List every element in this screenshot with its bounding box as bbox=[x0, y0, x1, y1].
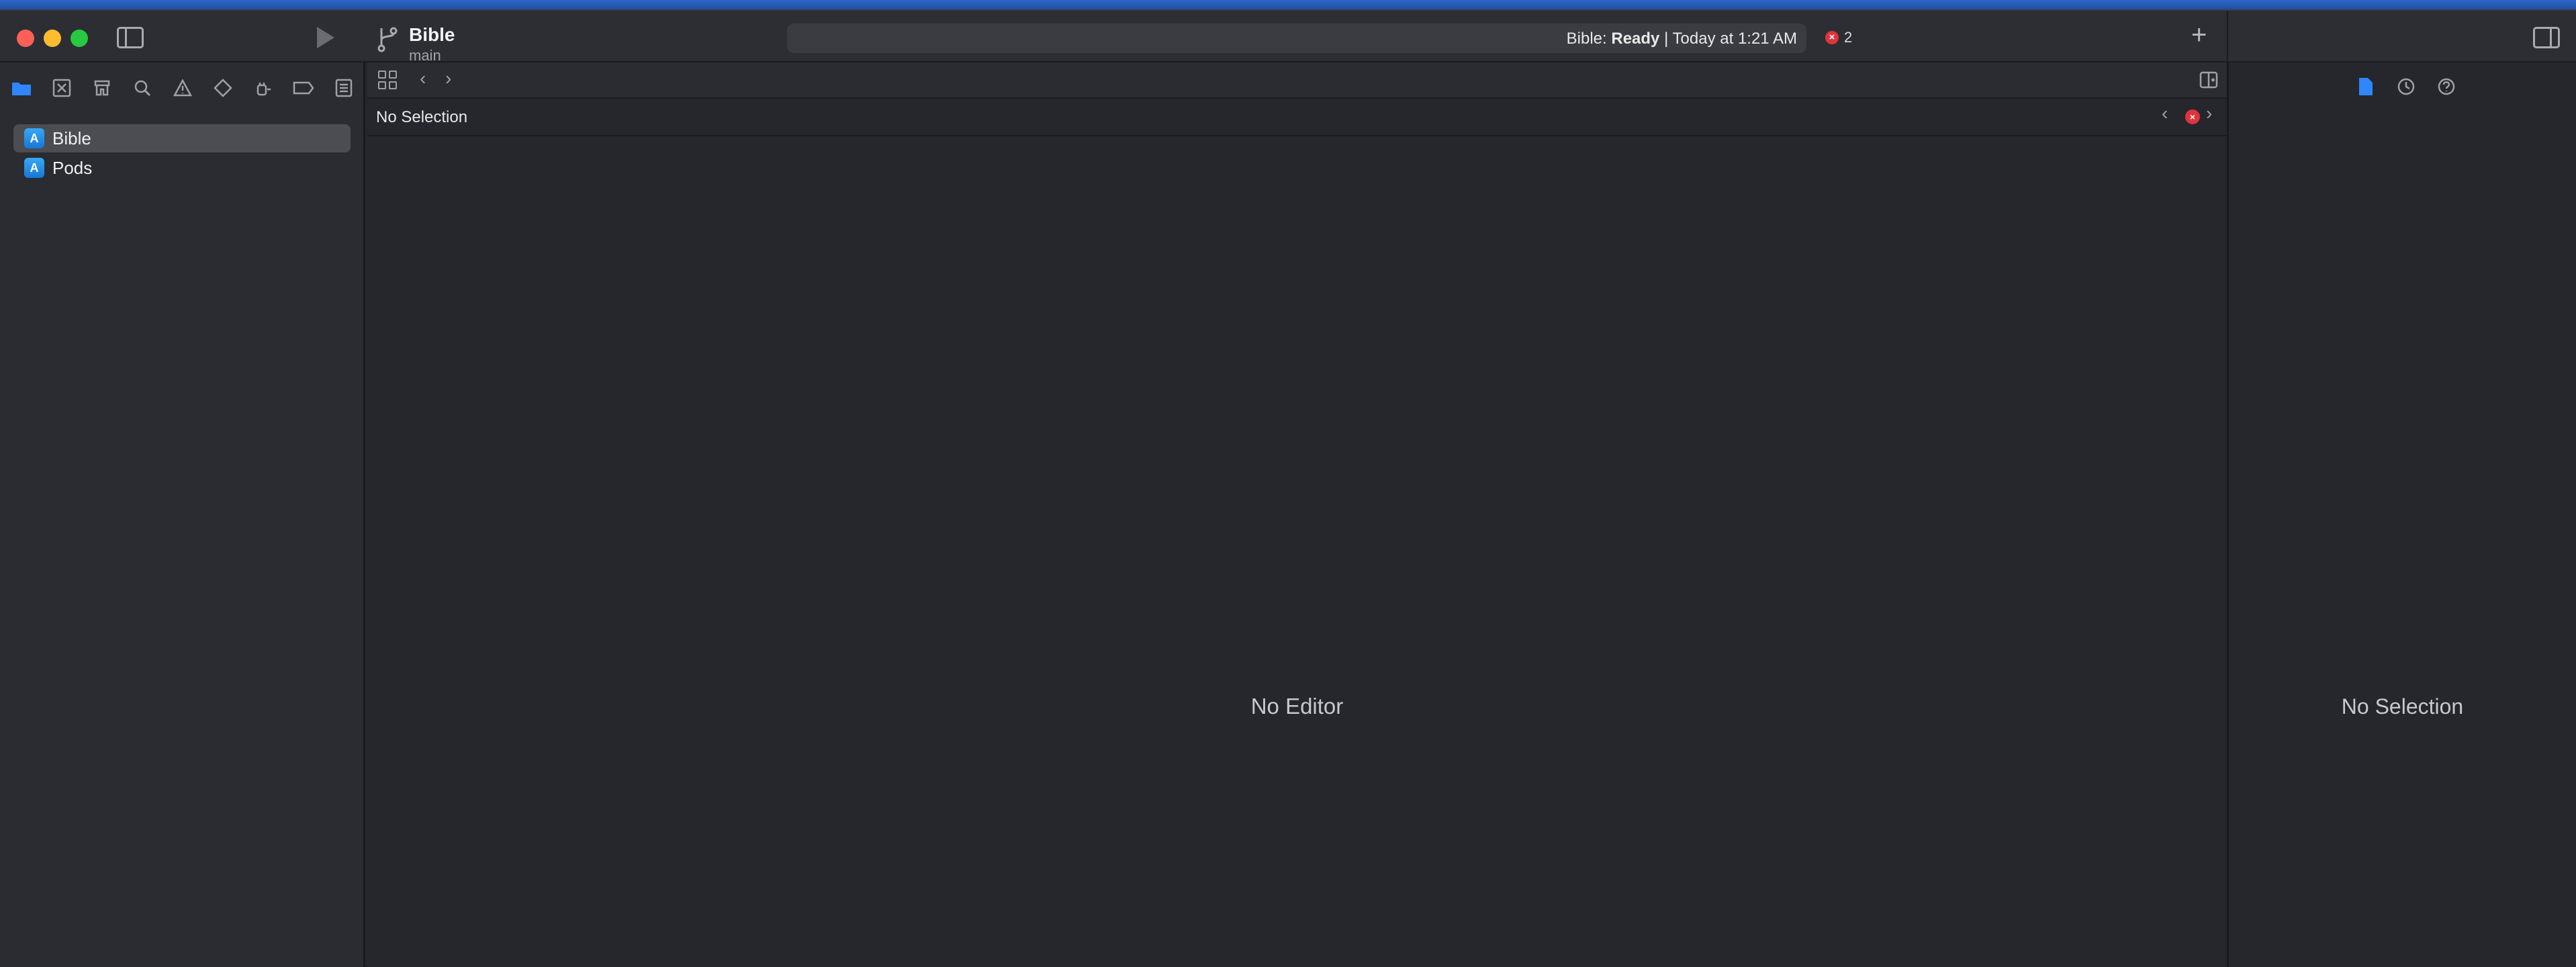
tree-item-label: Bible bbox=[52, 128, 91, 148]
navigator-pane: A Bible A Pods bbox=[0, 62, 365, 967]
editor-area: ‹ › No Selection ‹ × › No Editor bbox=[367, 62, 2227, 967]
inspector-pane: No Selection bbox=[2227, 62, 2576, 967]
xcode-window: Bible main Bible: Ready | Today at 1:21 … bbox=[0, 9, 2576, 967]
branch-icon bbox=[376, 26, 399, 52]
source-control-icon[interactable] bbox=[50, 76, 74, 100]
navigator-tabs bbox=[0, 62, 365, 111]
editor-toolbar: ‹ › bbox=[367, 62, 2227, 99]
previous-issue-icon[interactable]: ‹ bbox=[2162, 103, 2168, 124]
inspector-tabs bbox=[2229, 62, 2576, 111]
symbol-navigator-icon[interactable] bbox=[90, 76, 114, 100]
activity-state: Ready bbox=[1611, 30, 1660, 48]
inspector-empty-label: No Selection bbox=[2341, 694, 2464, 719]
find-navigator-icon[interactable] bbox=[130, 76, 154, 100]
inspector-toggle-icon[interactable] bbox=[2533, 27, 2560, 48]
quick-help-icon[interactable] bbox=[2434, 75, 2458, 99]
history-inspector-icon[interactable] bbox=[2394, 75, 2418, 99]
error-count: 2 bbox=[1844, 29, 1853, 46]
project-title[interactable]: Bible bbox=[409, 24, 455, 46]
activity-time: Today at 1:21 AM bbox=[1672, 30, 1797, 48]
error-badge[interactable]: × 2 bbox=[1825, 27, 1852, 48]
debug-navigator-icon[interactable] bbox=[251, 76, 275, 100]
no-editor-label: No Editor bbox=[1250, 694, 1344, 719]
activity-separator: | bbox=[1659, 30, 1673, 48]
app-icon: A bbox=[24, 158, 44, 178]
activity-view[interactable]: Bible: Ready | Today at 1:21 AM bbox=[787, 24, 1806, 53]
activity-prefix: Bible: bbox=[1566, 30, 1612, 48]
jump-bar-title[interactable]: No Selection bbox=[376, 108, 467, 127]
tree-item-label: Pods bbox=[52, 157, 93, 178]
zoom-button[interactable] bbox=[71, 30, 88, 47]
minimize-button[interactable] bbox=[44, 30, 61, 47]
next-issue-icon[interactable]: › bbox=[2206, 103, 2212, 124]
close-button[interactable] bbox=[17, 30, 34, 47]
issue-navigator-icon[interactable] bbox=[171, 76, 195, 100]
report-navigator-icon[interactable] bbox=[332, 76, 356, 100]
run-icon[interactable] bbox=[317, 27, 334, 48]
forward-chevron-icon[interactable]: › bbox=[445, 68, 451, 89]
back-chevron-icon[interactable]: ‹ bbox=[420, 68, 426, 89]
app-icon: A bbox=[24, 128, 44, 148]
error-icon: × bbox=[1825, 31, 1839, 44]
library-plus-icon[interactable]: + bbox=[2191, 20, 2207, 50]
tree-item-pods[interactable]: A Pods bbox=[13, 154, 351, 182]
file-inspector-icon[interactable] bbox=[2354, 75, 2378, 99]
issue-error-icon[interactable]: × bbox=[2185, 109, 2200, 124]
toolbar: Bible main Bible: Ready | Today at 1:21 … bbox=[0, 11, 2576, 64]
project-navigator-icon[interactable] bbox=[9, 76, 34, 100]
breakpoint-navigator-icon[interactable] bbox=[291, 76, 316, 100]
toolbar-divider bbox=[2227, 11, 2228, 62]
related-items-icon[interactable] bbox=[378, 71, 397, 89]
menu-bar bbox=[0, 0, 2576, 9]
test-navigator-icon[interactable] bbox=[211, 76, 235, 100]
jump-bar: No Selection ‹ × › bbox=[367, 99, 2227, 136]
split-editor-icon[interactable] bbox=[2199, 71, 2218, 89]
activity-status: Bible: Ready | Today at 1:21 AM bbox=[1567, 30, 1797, 48]
tree-item-bible[interactable]: A Bible bbox=[13, 124, 351, 152]
navigator-toggle-icon[interactable] bbox=[117, 27, 144, 48]
